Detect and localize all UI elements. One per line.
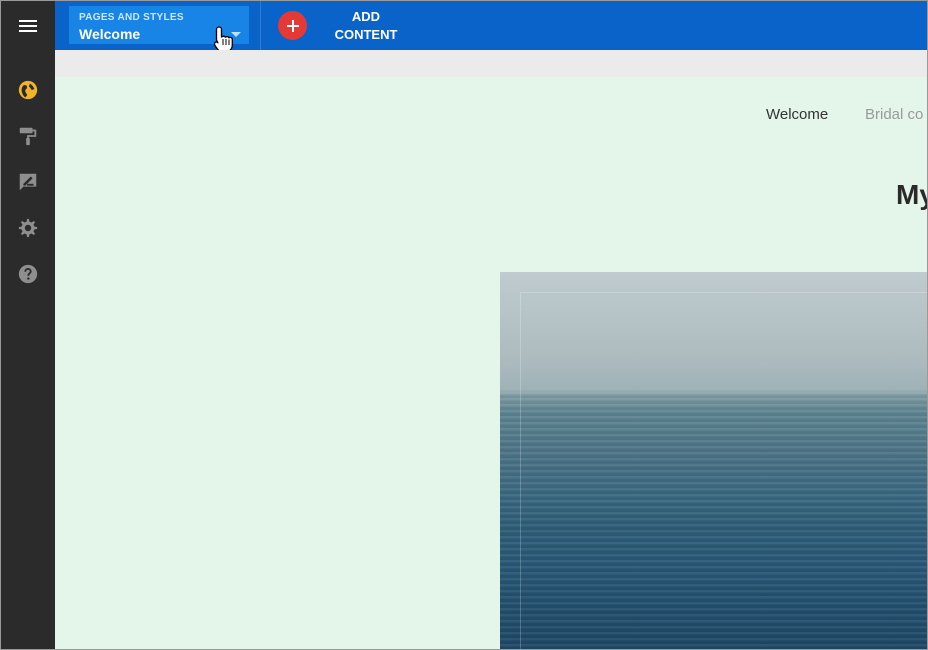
editor-window: PAGES AND STYLES Welcome ADD CONTENT Wel… <box>0 0 928 650</box>
hero-edit-guide <box>520 292 927 649</box>
dropdown-caption: PAGES AND STYLES <box>79 12 184 23</box>
hero-sea-image[interactable] <box>500 272 927 649</box>
rail-item-help[interactable] <box>1 259 55 289</box>
site-preview-canvas: Welcome Bridal co My <box>55 77 927 649</box>
add-content-line2: CONTENT <box>334 27 398 42</box>
rail-item-content[interactable] <box>1 167 55 197</box>
hamburger-icon <box>19 19 37 32</box>
add-content-button[interactable] <box>278 11 307 40</box>
hamburger-menu-button[interactable] <box>1 1 55 50</box>
add-content-line1: ADD <box>351 9 381 24</box>
rail-item-site[interactable] <box>1 75 55 105</box>
canvas-top-strip <box>55 50 927 77</box>
left-rail <box>1 1 55 649</box>
top-toolbar: PAGES AND STYLES Welcome ADD CONTENT <box>55 1 927 54</box>
add-content-label[interactable]: ADD CONTENT <box>325 8 407 44</box>
paint-roller-icon <box>19 127 37 146</box>
site-title[interactable]: My <box>896 179 927 211</box>
rail-item-design[interactable] <box>1 121 55 151</box>
edit-note-icon <box>19 173 37 191</box>
plus-icon <box>286 19 299 32</box>
toolbar-divider <box>260 1 261 50</box>
help-icon <box>18 264 38 284</box>
site-nav-welcome[interactable]: Welcome <box>766 106 828 123</box>
gear-icon <box>18 218 38 238</box>
rail-item-settings[interactable] <box>1 213 55 243</box>
dropdown-value: Welcome <box>79 26 141 42</box>
globe-icon <box>18 80 38 100</box>
site-nav-bridal[interactable]: Bridal co <box>865 106 923 123</box>
